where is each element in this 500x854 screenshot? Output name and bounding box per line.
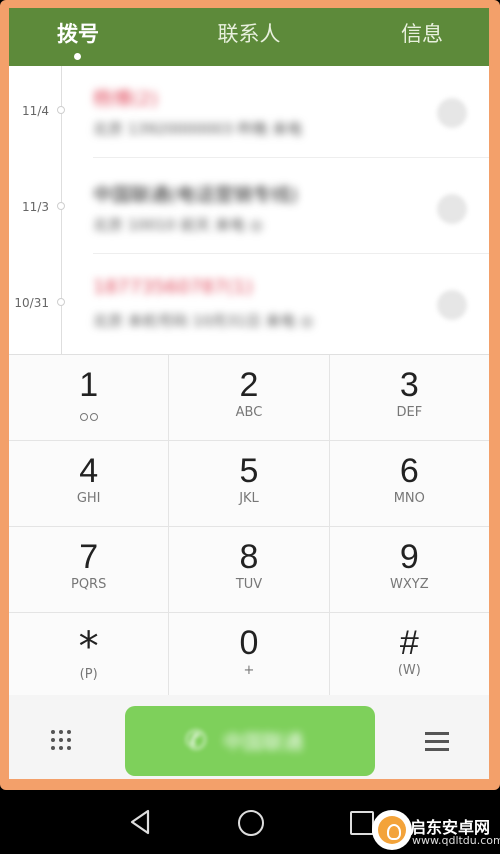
key-digit: 5 [239,452,259,490]
key-letters: PQRS [70,577,107,592]
key-4[interactable]: 4 GHI [9,441,170,526]
dialpad-row: * (P) 0 + # (W) [9,613,489,699]
dialpad-row: 1 2 ABC 3 DEF [9,355,489,441]
key-letters: MNO [393,491,425,506]
key-letters: (W) [397,663,421,678]
tab-contacts[interactable]: 联系人 [139,8,359,66]
tab-dialer[interactable]: 拨号 [9,8,139,66]
dialpad-row: 7 PQRS 8 TUV 9 WXYZ [9,527,489,613]
dialpad-grid-icon[interactable] [51,730,75,754]
key-digit: 0 [239,624,259,662]
tab-dialer-label: 拨号 [57,22,99,46]
key-digit: 3 [399,366,419,404]
call-log-list[interactable]: 11/4 杨博(2) 北京 13920000003 昨晚 来电 11/3 中国联… [9,66,489,354]
caller-name: 杨博(2) [93,88,158,110]
info-icon[interactable] [437,98,467,128]
key-letters: JKL [239,491,259,506]
key-0[interactable]: 0 + [169,613,330,698]
key-7[interactable]: 7 PQRS [9,527,170,612]
caller-name: 18773560787(1) [93,276,253,298]
key-letters: GHI [76,491,101,506]
phone-icon: ✆ [185,726,207,756]
tab-messages-label: 信息 [401,22,443,46]
key-letters: DEF [396,405,423,420]
site-watermark: 启东安卓网 www.qdltdu.com [360,806,500,854]
active-tab-indicator [74,53,81,60]
key-star[interactable]: * (P) [9,613,170,698]
key-digit: 9 [399,538,419,576]
key-hash[interactable]: # (W) [329,613,489,698]
hamburger-menu-icon[interactable] [425,732,449,752]
key-6[interactable]: 6 MNO [329,441,489,526]
key-2[interactable]: 2 ABC [169,355,330,440]
call-log-entry[interactable]: 11/3 中国联通(电话营销专线) 北京 10010 前天 来电 ◎ [9,162,489,254]
key-5[interactable]: 5 JKL [169,441,330,526]
dialer-screen: 拨号 联系人 信息 11/4 杨博(2) 北京 13920000003 昨晚 来… [9,8,489,779]
call-date: 11/3 [22,200,49,214]
info-icon[interactable] [437,290,467,320]
watermark-url: www.qdltdu.com [412,834,500,847]
key-letters: TUV [235,577,263,592]
key-digit: 7 [79,538,99,576]
tab-bar: 拨号 联系人 信息 [9,8,489,66]
tab-messages[interactable]: 信息 [359,8,489,66]
home-circle-icon[interactable] [238,810,264,836]
call-log-entry[interactable]: 10/31 18773560787(1) 北京 本机号码 10月31日 来电 ◎ [9,258,489,350]
key-letters: ABC [235,405,263,420]
voicemail-icon [79,413,98,421]
timeline-node [57,298,65,306]
caller-name: 中国联通(电话营销专线) [93,184,298,206]
divider [93,253,489,254]
key-letters: (P) [79,667,98,682]
dialer-action-bar: ✆ 中国联通 [9,695,489,779]
key-digit: 1 [79,366,99,404]
key-3[interactable]: 3 DEF [329,355,489,440]
key-9[interactable]: 9 WXYZ [329,527,489,612]
divider [93,157,489,158]
dialpad: 1 2 ABC 3 DEF 4 GHI 5 JKL 6 MNO 7 PQRS 8… [9,354,489,699]
call-detail: 北京 10010 前天 来电 ◎ [93,216,263,234]
key-digit: 8 [239,538,259,576]
key-digit: 6 [399,452,419,490]
timeline-node [57,106,65,114]
key-digit: # [399,624,419,662]
call-log-entry[interactable]: 11/4 杨博(2) 北京 13920000003 昨晚 来电 [9,66,489,158]
key-letters: WXYZ [390,577,429,592]
key-letters: + [243,663,255,678]
watermark-logo-icon [378,816,406,844]
back-triangle-icon[interactable] [128,808,152,836]
call-detail: 北京 本机号码 10月31日 来电 ◎ [93,312,314,330]
call-date: 11/4 [22,104,49,118]
key-digit: 4 [79,452,99,490]
call-date: 10/31 [14,296,49,310]
key-digit: 2 [239,366,259,404]
call-detail: 北京 13920000003 昨晚 来电 [93,120,303,138]
key-8[interactable]: 8 TUV [169,527,330,612]
key-1[interactable]: 1 [9,355,170,440]
info-icon[interactable] [437,194,467,224]
dialpad-row: 4 GHI 5 JKL 6 MNO [9,441,489,527]
call-button-label: 中国联通 [223,730,303,754]
key-digit: * [78,624,99,670]
call-button[interactable]: ✆ 中国联通 [125,706,375,776]
tab-contacts-label: 联系人 [217,22,281,46]
timeline-node [57,202,65,210]
